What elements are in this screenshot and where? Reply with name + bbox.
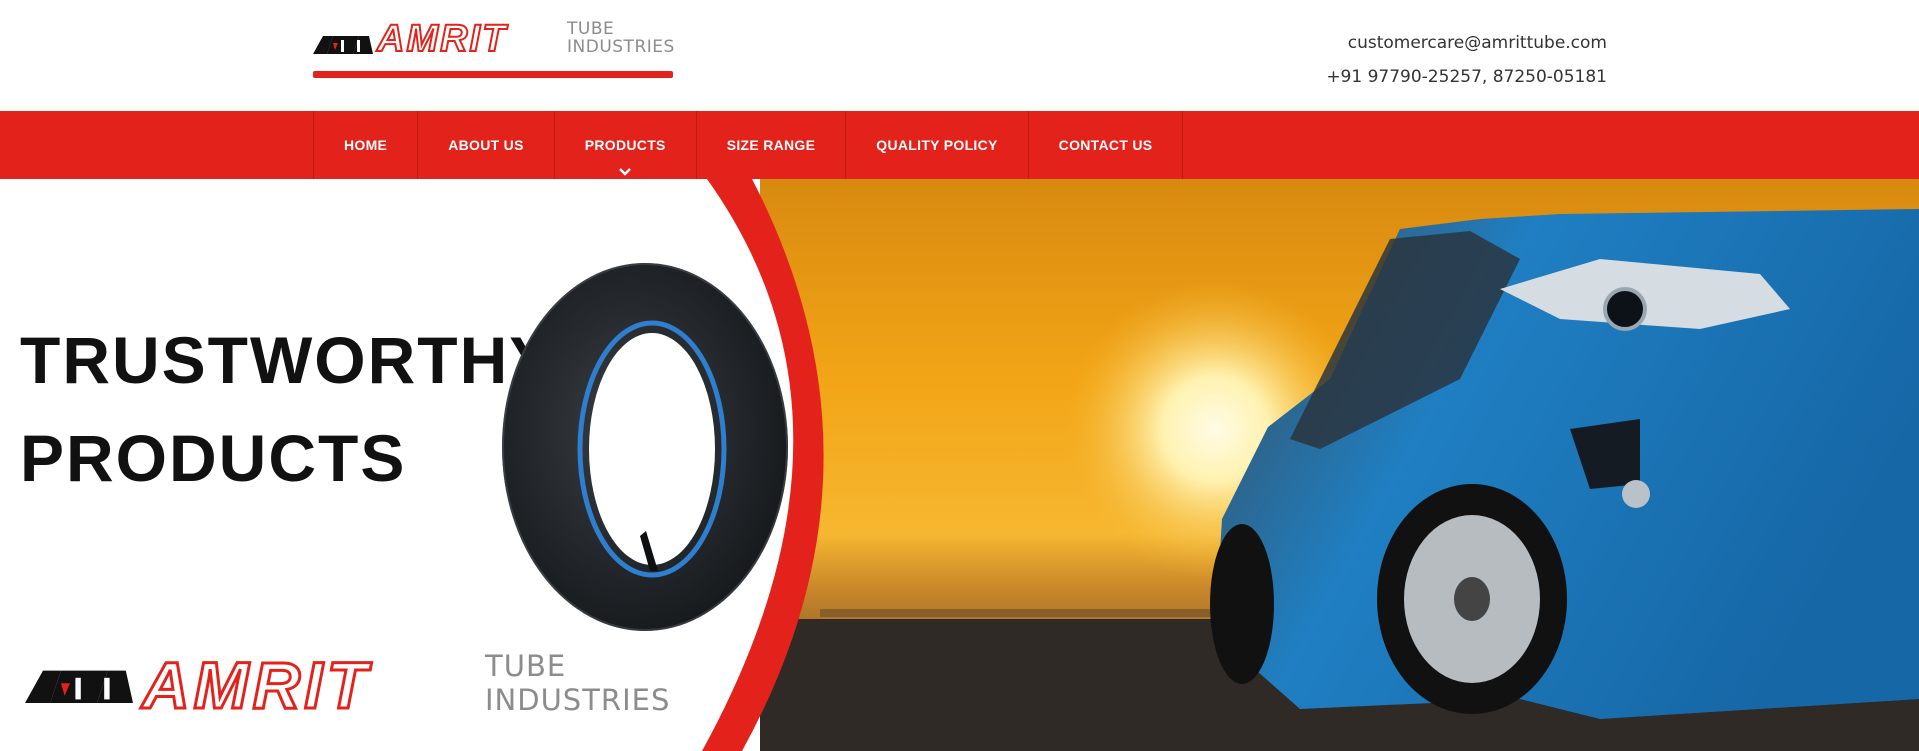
nav-item-about-us[interactable]: ABOUT US [418, 111, 555, 179]
nav-item-size-range[interactable]: SIZE RANGE [697, 111, 847, 179]
nav-item-quality-policy[interactable]: QUALITY POLICY [846, 111, 1029, 179]
hero-headline: TRUSTWORTHY PRODUCTS [20, 311, 555, 507]
main-navigation: HOME ABOUT US PRODUCTS SIZE RANGE QUALIT… [0, 111, 1919, 179]
contact-email[interactable]: customercare@amrittube.com [1326, 32, 1607, 54]
logo-underline [313, 71, 673, 78]
contact-phone[interactable]: +91 97790-25257, 87250-05181 [1326, 66, 1607, 88]
ati-logo-mark-icon [25, 670, 133, 703]
nav-item-products[interactable]: PRODUCTS [555, 111, 697, 179]
logo-brand-text: AMRIT [376, 17, 508, 61]
inner-tube-image [502, 263, 788, 631]
nav-item-label: ABOUT US [448, 137, 524, 153]
contact-info: customercare@amrittube.com +91 97790-252… [1326, 32, 1607, 100]
logo-subtitle: TUBE INDUSTRIES [567, 20, 675, 56]
hero-logo: AMRIT TUBE INDUSTRIES [24, 645, 684, 735]
hero-logo-subtitle-line2: INDUSTRIES [485, 683, 671, 717]
nav-item-label: QUALITY POLICY [876, 137, 998, 153]
ati-logo-mark-icon [313, 36, 373, 54]
hero-banner: TRUSTWORTHY PRODUCTS AMRIT TUBE INDUSTRI… [0, 179, 1919, 751]
hero-headline-line2: PRODUCTS [20, 421, 407, 495]
nav-item-contact-us[interactable]: CONTACT US [1029, 111, 1184, 179]
nav-item-label: SIZE RANGE [726, 137, 816, 153]
nav-item-label: CONTACT US [1058, 137, 1153, 153]
site-logo[interactable]: AMRIT TUBE INDUSTRIES [313, 17, 675, 80]
hero-headline-line1: TRUSTWORTHY [20, 323, 556, 397]
logo-subtitle-line2: INDUSTRIES [567, 37, 675, 57]
nav-item-label: PRODUCTS [584, 137, 666, 153]
hero-logo-brand-text: AMRIT [141, 647, 371, 724]
site-header: AMRIT TUBE INDUSTRIES customercare@amrit… [0, 0, 1919, 111]
nav-item-home[interactable]: HOME [314, 111, 419, 179]
chevron-down-icon [619, 168, 632, 176]
nav-item-label: HOME [344, 137, 388, 153]
logo-subtitle-line1: TUBE [567, 19, 615, 39]
hero-logo-subtitle-line1: TUBE [485, 649, 567, 683]
hero-logo-subtitle: TUBE INDUSTRIES [485, 649, 670, 717]
nav-list: HOME ABOUT US PRODUCTS SIZE RANGE QUALIT… [313, 111, 1184, 179]
